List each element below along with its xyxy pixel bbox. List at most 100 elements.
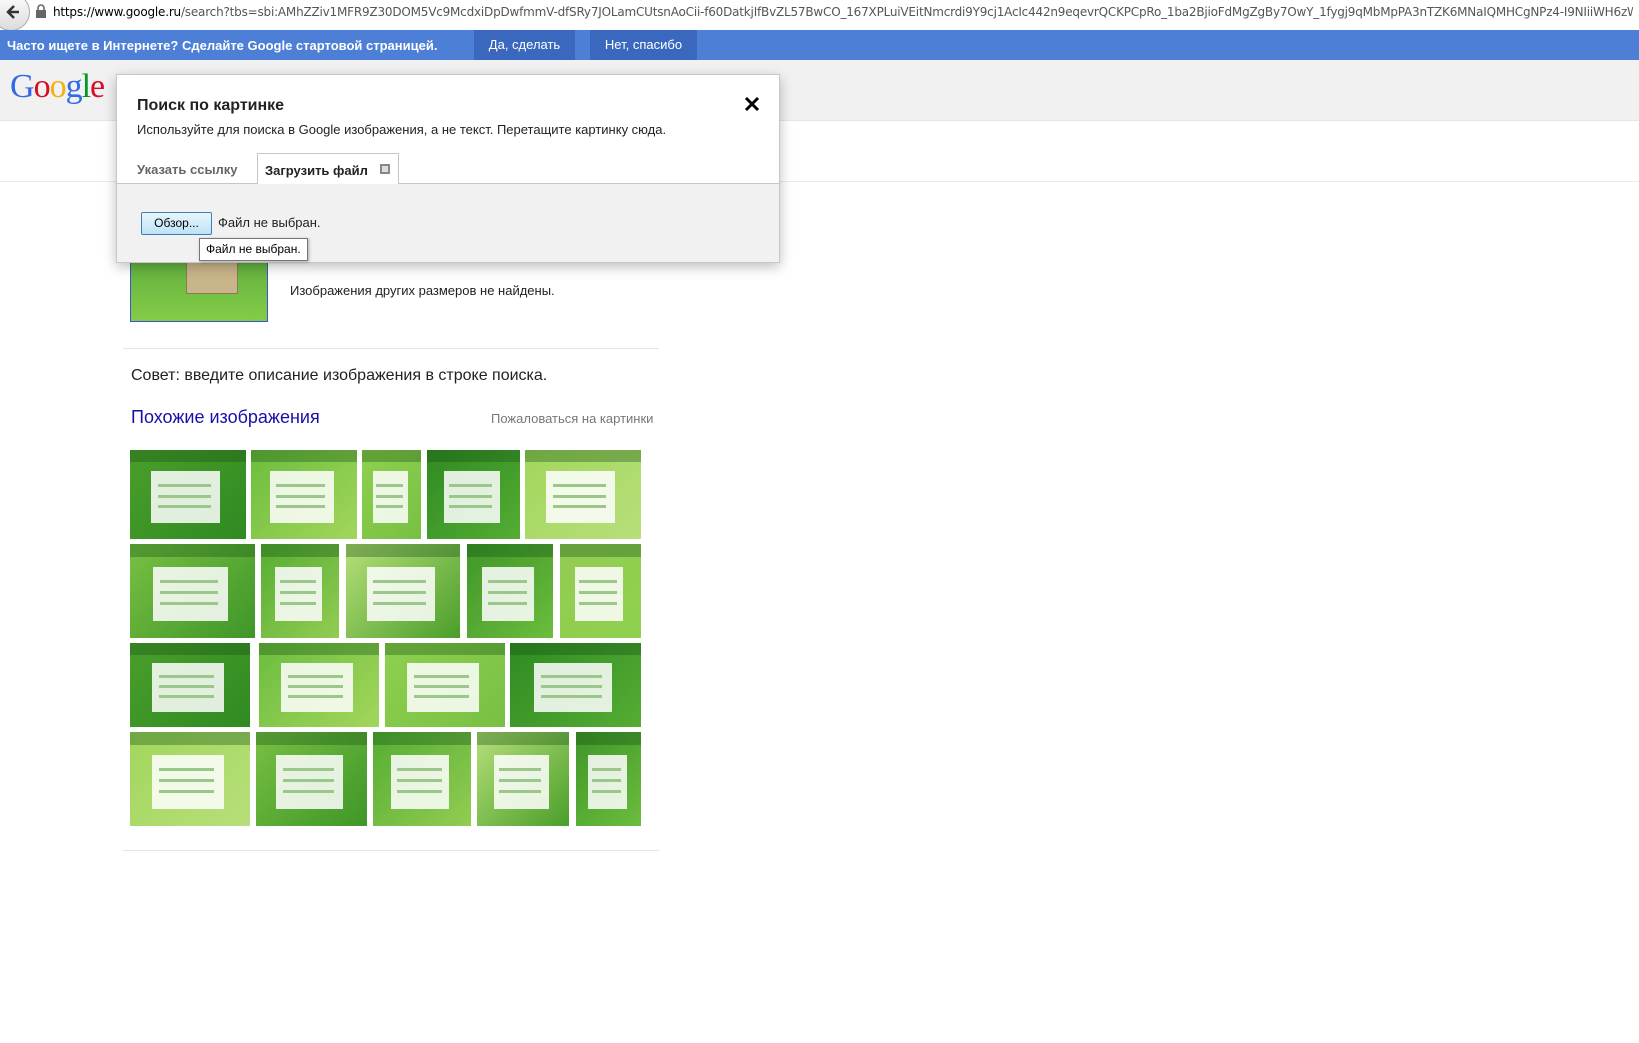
thumbnail-text-line bbox=[276, 494, 326, 498]
thumbnail-text-line bbox=[158, 779, 214, 782]
help-icon[interactable] bbox=[380, 164, 390, 174]
similar-image-thumbnail[interactable] bbox=[130, 450, 246, 539]
dialog-title: Поиск по картинке bbox=[137, 97, 285, 114]
logo-letter: g bbox=[65, 68, 83, 105]
similar-image-thumbnail[interactable] bbox=[261, 544, 339, 638]
google-logo[interactable]: Google bbox=[10, 68, 105, 106]
thumbnail-text-line bbox=[279, 579, 316, 583]
thumbnail-header bbox=[130, 732, 250, 746]
thumbnail-text-line bbox=[413, 674, 469, 678]
similar-image-thumbnail[interactable] bbox=[525, 450, 641, 539]
dialog-description: Используйте для поиска в Google изображе… bbox=[137, 122, 667, 137]
thumbnail-text-line bbox=[282, 767, 334, 771]
thumbnail-header bbox=[560, 544, 641, 558]
promo-no-button[interactable]: Нет, спасибо bbox=[590, 30, 697, 60]
similar-image-thumbnail[interactable] bbox=[130, 544, 255, 638]
similar-image-thumbnail[interactable] bbox=[385, 643, 505, 727]
promo-text: Часто ищете в Интернете? Сделайте Google… bbox=[7, 38, 438, 53]
thumbnail-text-line bbox=[487, 579, 528, 583]
thumbnail-text-line bbox=[591, 767, 622, 771]
thumbnail-header bbox=[510, 643, 641, 655]
thumbnail-header bbox=[477, 732, 569, 746]
similar-image-thumbnail[interactable] bbox=[373, 732, 471, 826]
thumbnail-text-line bbox=[449, 494, 493, 498]
logo-letter: G bbox=[10, 68, 35, 105]
browse-button[interactable]: Обзор... bbox=[141, 212, 212, 235]
similar-image-thumbnail[interactable] bbox=[346, 544, 460, 638]
similar-image-thumbnail[interactable] bbox=[477, 732, 569, 826]
similar-image-thumbnail[interactable] bbox=[576, 732, 641, 826]
thumbnail-text-line bbox=[157, 505, 212, 509]
similar-image-thumbnail[interactable] bbox=[560, 544, 641, 638]
thumbnail-header bbox=[385, 643, 505, 655]
thumbnail-header bbox=[259, 643, 379, 655]
thumbnail-text-line bbox=[552, 505, 607, 509]
thumbnail-text-line bbox=[579, 591, 617, 594]
thumbnail-text-line bbox=[499, 790, 542, 794]
no-other-sizes-text: Изображения других размеров не найдены. bbox=[290, 283, 555, 298]
thumbnail-header bbox=[256, 732, 367, 746]
thumbnail-text-line bbox=[279, 591, 316, 594]
similar-image-thumbnail[interactable] bbox=[510, 643, 641, 727]
file-status-text: Файл не выбран. bbox=[218, 215, 321, 230]
logo-letter: o bbox=[33, 68, 51, 105]
thumbnail-header bbox=[130, 544, 255, 558]
thumbnail-text-line bbox=[276, 483, 326, 487]
logo-letter: o bbox=[49, 68, 67, 105]
thumbnail-text-line bbox=[279, 602, 316, 606]
thumbnail-text-line bbox=[158, 695, 214, 699]
report-images-link[interactable]: Пожаловаться на картинки bbox=[491, 411, 653, 426]
url-text[interactable]: https://www.google.ru/search?tbs=sbi:AMh… bbox=[53, 5, 1633, 19]
thumbnail-text-line bbox=[376, 494, 404, 498]
thumbnail-text-line bbox=[282, 790, 334, 794]
thumbnail-text-line bbox=[158, 767, 214, 771]
similar-image-thumbnail[interactable] bbox=[467, 544, 553, 638]
thumbnail-text-line bbox=[449, 505, 493, 509]
thumbnail-text-line bbox=[276, 505, 326, 509]
similar-image-thumbnail[interactable] bbox=[130, 643, 250, 727]
similar-image-thumbnail[interactable] bbox=[251, 450, 357, 539]
thumbnail-header bbox=[467, 544, 553, 558]
thumbnail-header bbox=[346, 544, 460, 558]
thumbnail-text-line bbox=[487, 602, 528, 606]
thumbnail-text-line bbox=[376, 483, 404, 487]
thumbnail-text-line bbox=[287, 685, 343, 688]
thumbnail-text-line bbox=[541, 674, 602, 678]
thumbnail-text-line bbox=[282, 779, 334, 782]
url-host: https://www.google.ru bbox=[53, 5, 181, 19]
tab-upload-file[interactable]: Загрузить файл bbox=[257, 153, 399, 186]
thumbnail-text-line bbox=[396, 767, 442, 771]
thumbnail-text-line bbox=[158, 674, 214, 678]
address-bar[interactable]: https://www.google.ru/search?tbs=sbi:AMh… bbox=[0, 0, 1639, 31]
query-image-content bbox=[186, 262, 238, 294]
thumbnail-text-line bbox=[449, 483, 493, 487]
lock-icon bbox=[36, 4, 46, 18]
thumbnail-text-line bbox=[373, 591, 426, 594]
tab-paste-link[interactable]: Указать ссылку bbox=[137, 162, 238, 177]
url-path: /search?tbs=sbi:AMhZZiv1MFR9Z30DOM5Vc9Mc… bbox=[180, 5, 1633, 19]
thumbnail-text-line bbox=[499, 779, 542, 782]
similar-image-thumbnail[interactable] bbox=[256, 732, 367, 826]
query-image-thumbnail[interactable] bbox=[130, 255, 268, 322]
similar-image-thumbnail[interactable] bbox=[427, 450, 520, 539]
thumbnail-text-line bbox=[541, 695, 602, 699]
similar-images-heading[interactable]: Похожие изображения bbox=[131, 407, 320, 428]
thumbnail-text-line bbox=[376, 505, 404, 509]
thumbnail-text-line bbox=[287, 674, 343, 678]
similar-image-thumbnail[interactable] bbox=[362, 450, 421, 539]
thumbnail-text-line bbox=[579, 602, 617, 606]
similar-image-thumbnail[interactable] bbox=[130, 732, 250, 826]
similar-image-thumbnail[interactable] bbox=[259, 643, 379, 727]
thumbnail-header bbox=[576, 732, 641, 746]
image-search-dialog: Поиск по картинке Используйте для поиска… bbox=[116, 74, 780, 263]
thumbnail-text-line bbox=[287, 695, 343, 699]
thumbnail-header bbox=[130, 450, 246, 463]
logo-letter: e bbox=[90, 68, 105, 105]
divider bbox=[123, 850, 659, 851]
promo-yes-button[interactable]: Да, сделать bbox=[474, 30, 575, 60]
back-button[interactable] bbox=[0, 0, 30, 31]
thumbnail-header bbox=[373, 732, 471, 746]
close-icon[interactable] bbox=[743, 95, 761, 113]
thumbnail-header bbox=[130, 643, 250, 655]
thumbnail-text-line bbox=[591, 790, 622, 794]
